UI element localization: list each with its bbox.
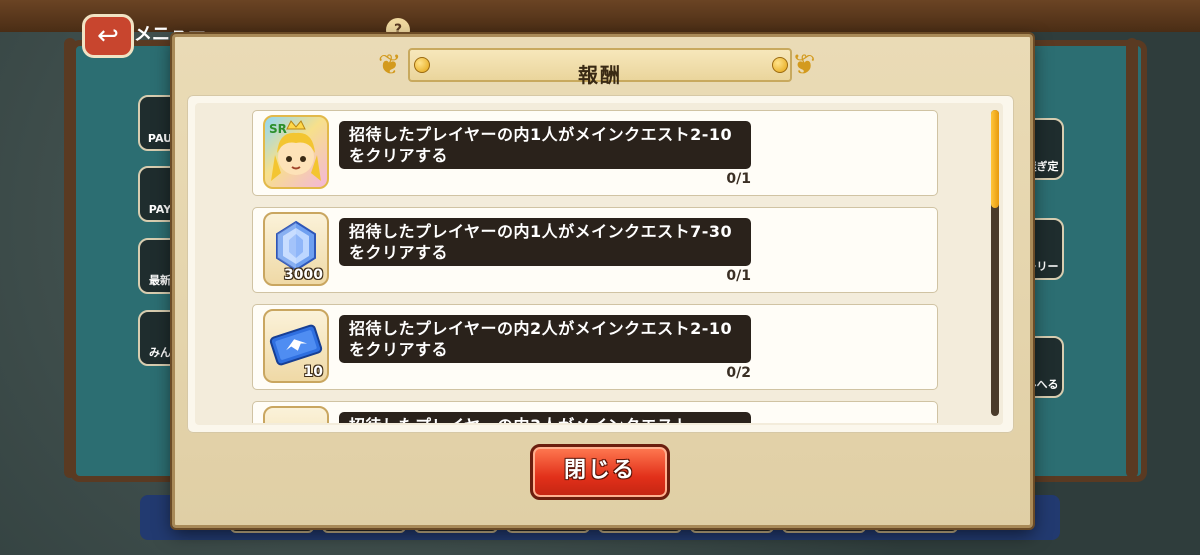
title-plate: 報酬 [408,48,792,87]
scroll-rod-left [64,38,76,478]
scroll-rod-right [1126,38,1138,478]
character-card-icon: SR [263,115,329,189]
back-button[interactable]: ↩ [82,14,134,58]
mission-text: 招待したプレイヤーの内2人がメインクエスト2-10をクリアする [349,319,733,359]
scrollbar-thumb[interactable] [991,110,999,208]
gold-dot-icon [414,57,430,73]
reward-quantity: 10 [303,364,323,380]
mission-description: 招待したプレイヤーの内1人がメインクエスト7-30をクリアする [339,218,751,266]
mission-text: 招待したプレイヤーの内1人がメインクエスト7-30をクリアする [349,222,733,262]
close-button[interactable]: 閉じる [530,444,670,500]
reward-row: 3000 招待したプレイヤーの内1人がメインクエスト7-30をクリアする 0/1 [252,207,938,293]
reward-quantity: 3000 [284,267,323,283]
mission-description: 招待したプレイヤーの内2人がメインクエスト2-10をクリアする [339,315,751,363]
mission-text: 招待したプレイヤーの内1人がメインクエスト2-10をクリアする [349,125,733,165]
reward-row: 10 招待したプレイヤーの内2人がメインクエスト2-10をクリアする 0/2 [252,304,938,390]
ornament-left-icon: ❦ [378,48,402,81]
mission-progress: 0/1 [726,268,751,284]
gold-dot-icon [772,57,788,73]
mission-description: 招待したプレイヤーの内1人がメインクエスト2-10をクリアする [339,121,751,169]
svg-text:SR: SR [269,122,287,136]
reward-row: SR 招待したプレイヤーの内1人がメインクエスト2-10をクリアする 0/1 [252,110,938,196]
ornament-right-icon: ❦ [792,48,816,81]
blue-ticket-icon: 10 [263,309,329,383]
mission-progress: 0/2 [726,365,751,381]
title-banner: ❦ 報酬 ❦ [378,44,822,87]
dialog-title: 報酬 [578,63,622,87]
crystal-gem-icon: 3000 [263,212,329,286]
mission-progress: 0/1 [726,171,751,187]
